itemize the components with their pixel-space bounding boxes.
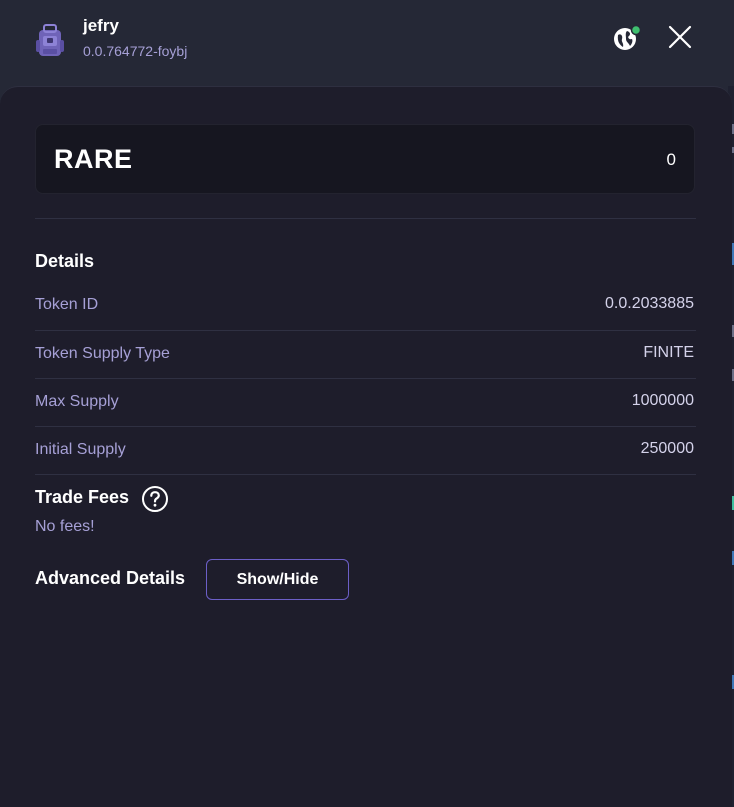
initial-supply-value: 250000 [640,440,694,457]
show-hide-button[interactable]: Show/Hide [206,559,349,600]
close-button[interactable] [665,22,695,52]
token-balance: 0 [666,150,676,169]
token-balance-card: RARE 0 [35,124,695,194]
globe-icon [612,24,642,56]
divider [35,330,696,331]
network-button[interactable] [612,24,642,52]
max-supply-value: 1000000 [631,392,694,409]
no-fees-text: No fees! [35,518,95,535]
advanced-details-title: Advanced Details [35,568,186,588]
close-icon [665,25,695,56]
backpack-icon [35,24,65,58]
token-details-page: jefry 0.0.764772-foybj RARE 0 Details To… [0,0,734,807]
token-symbol: RARE [54,144,133,174]
token-supply-type-value: FINITE [643,344,694,361]
divider [35,218,696,219]
account-header: jefry 0.0.764772-foybj [0,0,734,86]
divider [35,426,696,427]
divider [35,474,696,475]
token-id-value: 0.0.2033885 [605,295,694,312]
token-detail-panel: RARE 0 Details Token ID 0.0.2033885 Toke… [0,86,732,807]
divider [35,378,696,379]
account-name: jefry [83,16,119,35]
details-title: Details [35,251,95,271]
max-supply-label: Max Supply [35,393,119,410]
token-supply-type-label: Token Supply Type [35,345,170,362]
account-id: 0.0.764772-foybj [83,43,188,59]
question-circle-icon[interactable] [141,485,169,513]
trade-fees-title: Trade Fees [35,487,130,507]
token-id-label: Token ID [35,296,99,313]
initial-supply-label: Initial Supply [35,441,126,458]
